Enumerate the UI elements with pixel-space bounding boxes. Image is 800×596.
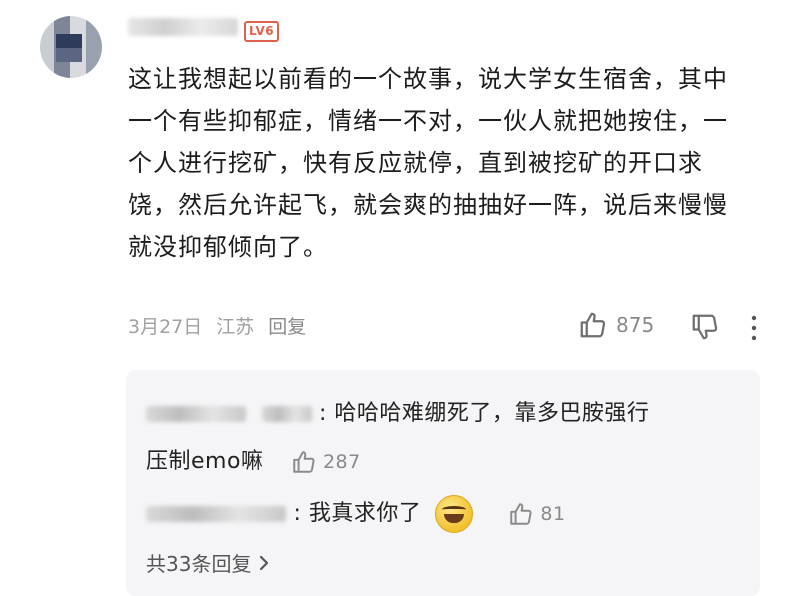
reply-text-cont: 压制emo嘛 <box>146 449 264 474</box>
laughing-crying-emoji-icon <box>434 495 473 533</box>
thumbs-up-icon <box>510 503 532 525</box>
more-vertical-icon <box>751 315 757 341</box>
comment-date: 3月27日 <box>128 316 203 338</box>
thumbs-up-icon <box>293 451 315 473</box>
reply-button[interactable]: 回复 <box>268 312 306 339</box>
reply-username-blurred <box>146 406 246 422</box>
reply-text: : 哈哈哈难绷死了，靠多巴胺强行 <box>319 401 650 426</box>
reply-item[interactable]: : 哈哈哈难绷死了，靠多巴胺强行 <box>146 394 746 434</box>
reply-like-count: 287 <box>322 451 361 473</box>
chevron-right-icon <box>260 555 269 570</box>
reply-like-button[interactable]: 287 <box>291 442 361 482</box>
thumbs-down-icon <box>692 314 718 340</box>
reply-username-blurred <box>146 506 286 522</box>
comment-location: 江苏 <box>216 316 255 338</box>
reply-like-button[interactable]: 81 <box>508 494 565 534</box>
comment-text: 这让我想起以前看的一个故事，说大学女生宿舍，其中一个有些抑郁症，情绪一不对，一伙… <box>128 65 728 261</box>
replies-panel: : 哈哈哈难绷死了，靠多巴胺强行 压制emo嘛 287 : 我真求你了 81 共… <box>126 370 760 596</box>
more-options-button[interactable] <box>748 314 760 342</box>
reply-text: : 我真求你了 <box>293 501 422 526</box>
like-count: 875 <box>616 313 655 337</box>
dislike-button[interactable] <box>690 312 720 342</box>
reply-item-cont: 压制emo嘛 287 <box>146 442 361 482</box>
username-blurred[interactable] <box>128 18 238 36</box>
level-badge: LV6 <box>244 21 280 42</box>
view-all-replies-link[interactable]: 共33条回复 <box>146 548 271 577</box>
comment-meta: 3月27日 江苏 回复 <box>128 312 306 339</box>
reply-like-count: 81 <box>540 503 566 525</box>
avatar[interactable] <box>40 16 102 78</box>
reply-username-blurred <box>261 406 312 422</box>
reply-item[interactable]: : 我真求你了 81 <box>146 494 566 534</box>
like-button[interactable]: 875 <box>578 310 654 340</box>
total-replies-label: 共33条回复 <box>146 552 252 576</box>
thumbs-up-icon <box>578 310 608 340</box>
